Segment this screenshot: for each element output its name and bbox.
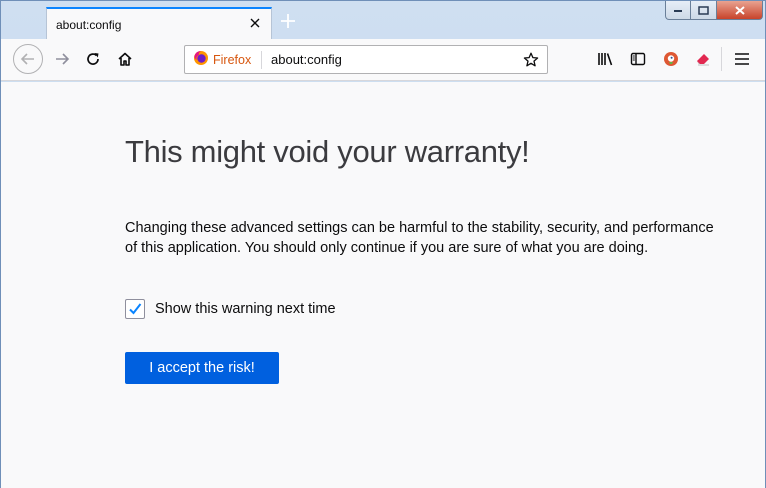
reload-icon[interactable] xyxy=(78,44,108,74)
arrow-right-icon[interactable] xyxy=(47,44,77,74)
close-icon[interactable] xyxy=(247,15,263,31)
library-icon[interactable] xyxy=(591,44,621,74)
minimize-button[interactable] xyxy=(665,1,691,20)
arrow-left-icon[interactable] xyxy=(13,44,43,74)
url-bar[interactable]: Firefox about:config xyxy=(184,45,548,74)
toolbar-separator xyxy=(721,47,722,71)
page-title: This might void your warranty! xyxy=(125,134,530,169)
tab-strip: about:config xyxy=(1,1,765,39)
show-warning-checkbox[interactable] xyxy=(125,298,145,319)
url-text[interactable]: about:config xyxy=(271,52,342,67)
browser-window: about:config Firefox about:config This m… xyxy=(0,0,766,488)
maximize-button[interactable] xyxy=(691,1,717,20)
show-warning-label[interactable]: Show this warning next time xyxy=(155,301,336,317)
accept-risk-button[interactable]: I accept the risk! xyxy=(125,352,279,384)
show-warning-checkbox-row[interactable]: Show this warning next time xyxy=(125,298,336,319)
nav-toolbar: Firefox about:config xyxy=(1,39,765,81)
home-icon[interactable] xyxy=(110,44,140,74)
sidebar-icon[interactable] xyxy=(623,44,653,74)
page-content: This might void your warranty! Changing … xyxy=(1,82,765,488)
window-controls xyxy=(665,1,763,21)
firefox-logo-icon xyxy=(193,50,209,71)
hamburger-menu-icon[interactable] xyxy=(727,44,757,74)
tab-title: about:config xyxy=(56,18,122,32)
window-close-button[interactable] xyxy=(717,1,763,20)
duckduckgo-icon[interactable] xyxy=(656,44,686,74)
tab-about-config[interactable]: about:config xyxy=(46,7,272,39)
url-separator xyxy=(261,51,262,69)
eraser-icon[interactable] xyxy=(688,44,718,74)
plus-icon[interactable] xyxy=(277,9,299,33)
identity-box[interactable]: Firefox xyxy=(193,50,252,71)
identity-label: Firefox xyxy=(213,53,252,67)
warning-description: Changing these advanced settings can be … xyxy=(125,220,714,256)
checkmark-icon xyxy=(129,302,142,315)
star-icon[interactable] xyxy=(521,50,541,70)
